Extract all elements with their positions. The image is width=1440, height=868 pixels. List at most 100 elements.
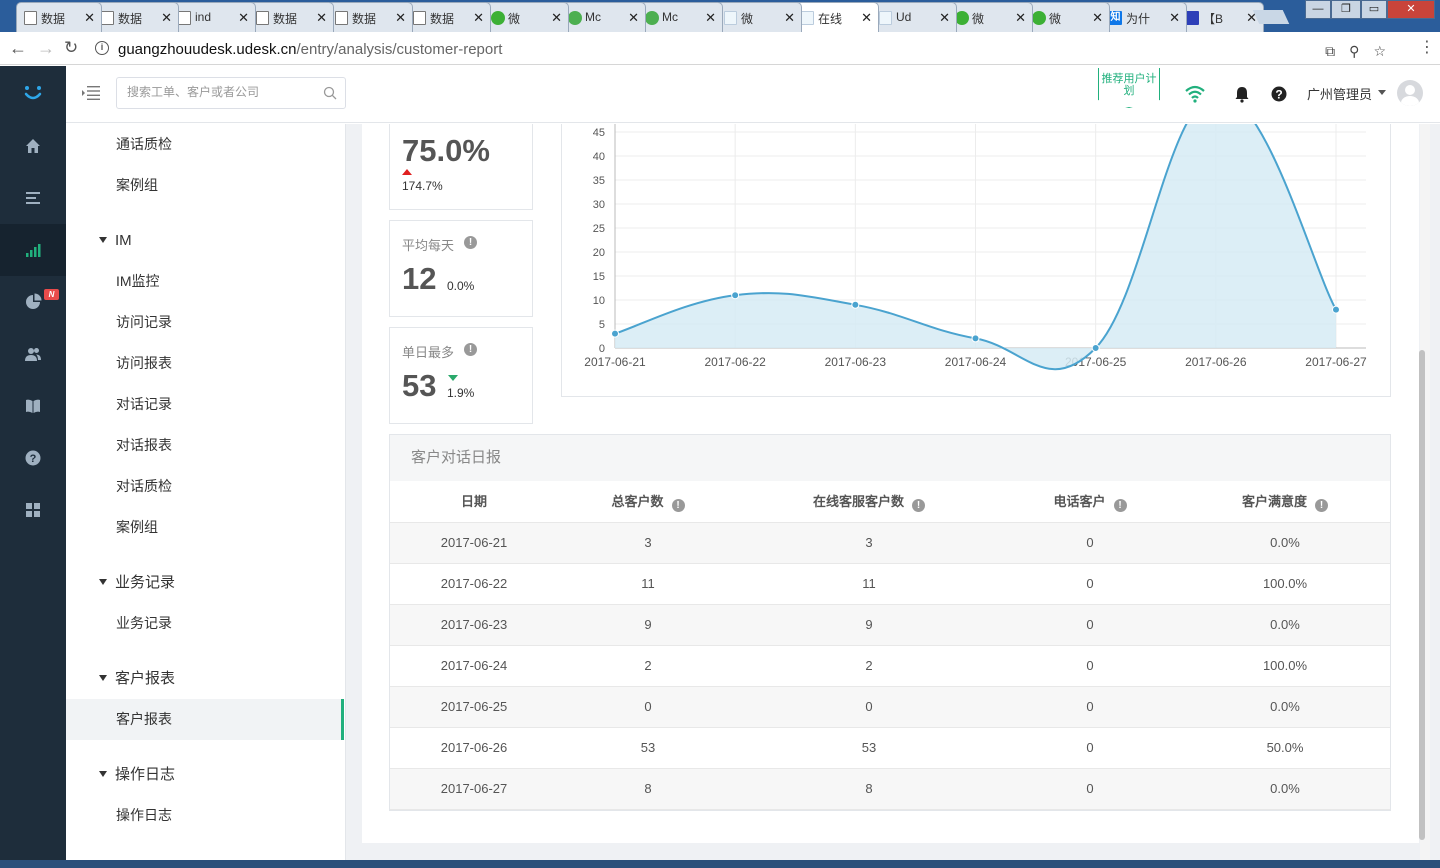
table-cell: 0	[1086, 535, 1094, 550]
udesk-logo-icon[interactable]	[22, 82, 44, 104]
minimize-window-button[interactable]: —	[1305, 0, 1331, 19]
sidebar-item[interactable]: 客户报表	[66, 699, 344, 740]
close-tab-icon[interactable]: ✕	[161, 10, 172, 26]
y-tick-label: 45	[593, 127, 605, 139]
sidebar-group[interactable]: 业务记录	[66, 562, 344, 603]
sidebar-item-label: 通话质检	[116, 136, 172, 152]
sidebar-item[interactable]: 业务记录	[66, 603, 344, 644]
browser-tab[interactable]: 数据 ✕	[405, 2, 491, 32]
column-header: 电话客户!	[1000, 481, 1180, 523]
page-favicon-icon	[101, 11, 114, 25]
info-icon[interactable]: !	[912, 499, 925, 512]
close-tab-icon[interactable]: ✕	[861, 10, 872, 26]
wifi-icon[interactable]	[1185, 84, 1205, 104]
report-title: 客户对话日报	[390, 435, 1390, 481]
rail-customers[interactable]	[0, 328, 66, 380]
close-window-button[interactable]: ✕	[1387, 0, 1435, 19]
close-tab-icon[interactable]: ✕	[238, 10, 249, 26]
info-icon[interactable]: !	[1113, 499, 1127, 512]
forward-icon[interactable]: →	[37, 38, 55, 58]
rail-reports[interactable]: N	[0, 276, 66, 328]
restore-window-button[interactable]: ❐	[1331, 0, 1361, 19]
sidebar-item[interactable]: IM监控	[66, 261, 344, 302]
search-input[interactable]	[127, 85, 317, 99]
browser-tab[interactable]: 数据 ✕	[16, 2, 102, 32]
sidebar-group[interactable]: IM	[66, 220, 344, 261]
recommend-plan-button[interactable]: 推荐用户计划	[1098, 68, 1160, 108]
table-cell: 0	[1086, 781, 1094, 796]
sidebar-item[interactable]: 案例组	[66, 165, 344, 206]
sidebar-item[interactable]: 操作日志	[66, 795, 344, 836]
menu-toggle-icon[interactable]	[82, 86, 100, 100]
avatar[interactable]	[1397, 80, 1423, 106]
sidebar-item[interactable]: 对话记录	[66, 384, 344, 425]
rail-knowledge[interactable]	[0, 380, 66, 432]
rail-analysis[interactable]	[0, 224, 66, 276]
browser-tab[interactable]: 【B ✕	[1178, 2, 1264, 32]
close-tab-icon[interactable]: ✕	[316, 10, 327, 26]
info-icon[interactable]: !	[1315, 499, 1328, 512]
sidebar-group[interactable]: 客户报表	[66, 658, 344, 699]
url-field[interactable]: i guangzhouudesk.udesk.cn/entry/analysis…	[91, 36, 1410, 61]
browser-tab[interactable]: 微 ✕	[483, 2, 569, 32]
browser-tab[interactable]: ind ✕	[170, 2, 256, 32]
browser-tab[interactable]: 知为什 ✕	[1101, 2, 1187, 32]
browser-tab[interactable]: 数据 ✕	[327, 2, 413, 32]
info-icon[interactable]: !	[464, 343, 477, 356]
info-icon[interactable]: !	[671, 499, 685, 512]
browser-tab[interactable]: Ud ✕	[871, 2, 957, 32]
sidebar-group[interactable]: 操作日志	[66, 754, 344, 795]
sidebar-item-label: 业务记录	[115, 574, 176, 591]
close-tab-icon[interactable]: ✕	[705, 10, 716, 26]
close-tab-icon[interactable]: ✕	[395, 10, 406, 26]
close-tab-icon[interactable]: ✕	[939, 10, 950, 26]
reload-icon[interactable]: ↻	[64, 38, 78, 58]
browser-tab[interactable]: 在线 ✕	[793, 2, 879, 32]
rail-tickets[interactable]	[0, 172, 66, 224]
close-tab-icon[interactable]: ✕	[1015, 10, 1026, 26]
pin-icon[interactable]: ⚲	[1349, 43, 1373, 59]
trend-chart-svg: 0 5 10 15 20 25 30 35 40 45 2017-06-21 2017-06-22 20…	[584, 124, 1367, 371]
close-tab-icon[interactable]: ✕	[551, 10, 562, 26]
user-menu[interactable]: 广州管理员	[1307, 84, 1372, 103]
close-tab-icon[interactable]: ✕	[628, 10, 639, 26]
sidebar-item[interactable]: 通话质检	[66, 124, 344, 165]
sidebar-item[interactable]: 对话报表	[66, 425, 344, 466]
close-tab-icon[interactable]: ✕	[473, 10, 484, 26]
data-point	[731, 291, 740, 300]
sidebar-item[interactable]: 访问记录	[66, 302, 344, 343]
blocked-popup-icon[interactable]: ⧉	[1325, 43, 1349, 59]
site-info-icon[interactable]: i	[95, 41, 109, 55]
browser-tab[interactable]: 微 ✕	[1024, 2, 1110, 32]
help-icon[interactable]: ?	[1269, 84, 1289, 104]
maximize-window-button[interactable]: ▭	[1361, 0, 1387, 19]
new-tab-button[interactable]	[1252, 10, 1290, 24]
close-tab-icon[interactable]: ✕	[1092, 10, 1103, 26]
info-icon[interactable]: !	[464, 236, 477, 249]
close-tab-icon[interactable]: ✕	[84, 10, 95, 26]
browser-tab[interactable]: Mc ✕	[560, 2, 646, 32]
sidebar-item[interactable]: 案例组	[66, 507, 344, 548]
bookmark-star-icon[interactable]: ☆	[1373, 43, 1400, 59]
browser-menu-icon[interactable]: ⋮	[1419, 38, 1435, 58]
search-icon[interactable]	[323, 86, 337, 100]
rail-home[interactable]	[0, 120, 66, 172]
column-header: 在线客服客户数!	[779, 481, 959, 523]
rail-apps[interactable]	[0, 484, 66, 536]
browser-tab[interactable]: 微 ✕	[716, 2, 802, 32]
chevron-down-icon[interactable]	[1378, 90, 1386, 95]
browser-tab[interactable]: 数据 ✕	[93, 2, 179, 32]
back-icon[interactable]: ←	[9, 38, 27, 58]
global-search[interactable]	[116, 77, 346, 109]
browser-tab[interactable]: Mc ✕	[637, 2, 723, 32]
bell-icon[interactable]	[1232, 84, 1252, 104]
sidebar-item[interactable]: 对话质检	[66, 466, 344, 507]
scroll-thumb[interactable]	[1419, 350, 1425, 840]
caret-down-icon	[99, 771, 107, 777]
browser-tab[interactable]: 数据 ✕	[248, 2, 334, 32]
close-tab-icon[interactable]: ✕	[1169, 10, 1180, 26]
browser-tab[interactable]: 微 ✕	[947, 2, 1033, 32]
close-tab-icon[interactable]: ✕	[784, 10, 795, 26]
sidebar-item[interactable]: 访问报表	[66, 343, 344, 384]
rail-help[interactable]: ?	[0, 432, 66, 484]
